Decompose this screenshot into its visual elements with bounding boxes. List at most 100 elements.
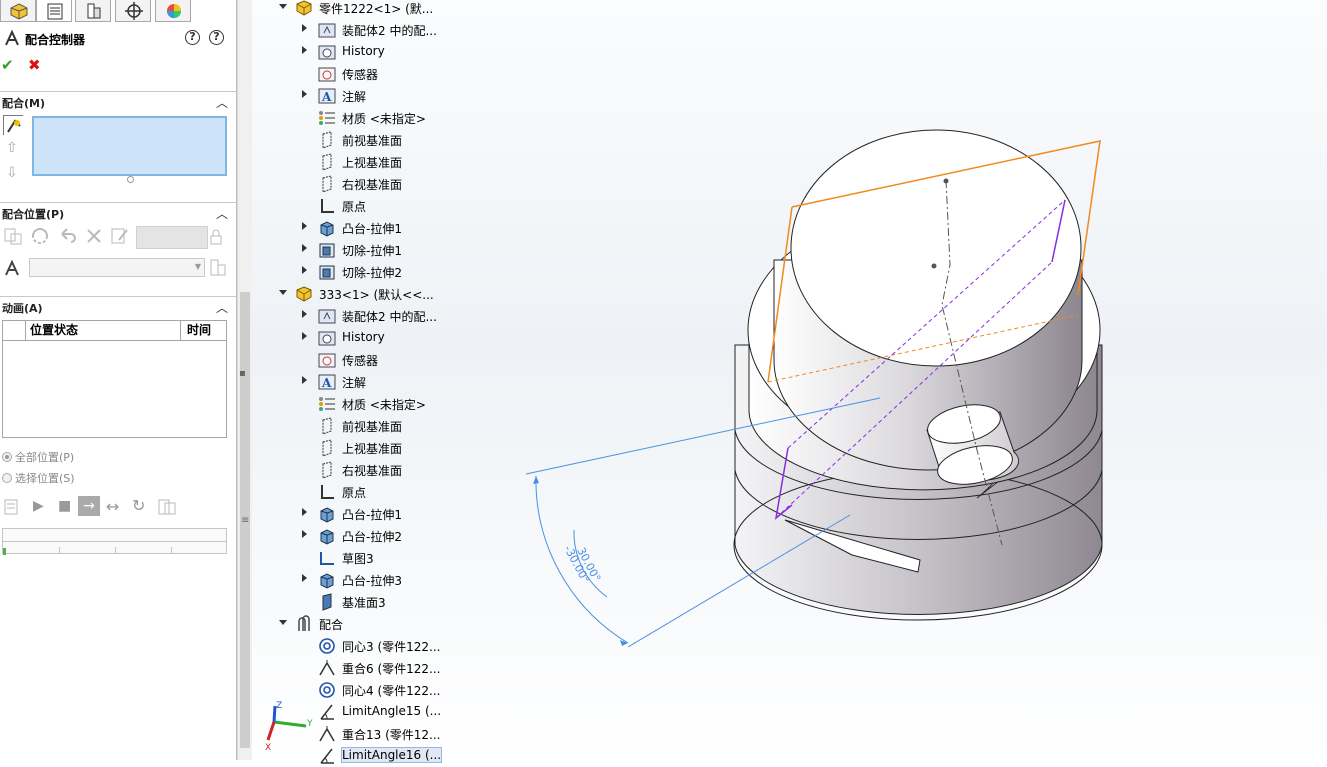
sensor-icon [318, 353, 336, 368]
loop-icon[interactable]: ↻ [132, 496, 145, 515]
move-down-icon[interactable]: ⇩ [6, 165, 18, 181]
reference-triad[interactable]: Z Y X [262, 700, 314, 758]
collapse-icon[interactable]: ︿ [216, 94, 228, 111]
tree-item-label: 重合13 (零件12... [342, 728, 441, 742]
position-add-icon[interactable] [3, 226, 23, 246]
animation-section-header[interactable]: 动画(A) ︿ [0, 296, 236, 315]
expand-icon[interactable] [302, 90, 307, 98]
mate-select-icon[interactable] [3, 115, 23, 135]
plane-blue-icon [322, 593, 332, 611]
dimxpert-tab[interactable] [115, 0, 151, 22]
extrude-icon [320, 529, 334, 545]
tree-item-label: 凸台-拉伸2 [342, 530, 402, 544]
mate-selection-box[interactable] [32, 116, 227, 176]
tree-item-label: 切除-拉伸2 [342, 266, 402, 280]
mate-positions-section-header[interactable]: 配合位置(P) ︿ [0, 202, 236, 221]
progress-marker[interactable] [3, 548, 6, 555]
export-icon[interactable] [157, 497, 177, 517]
tree-item-label: 原点 [342, 200, 367, 214]
expand-icon[interactable] [302, 266, 307, 274]
radio-select-positions[interactable]: 选择位置(S) [2, 470, 75, 486]
position-name-input[interactable] [136, 226, 208, 249]
animation-progress[interactable] [2, 528, 227, 555]
collapse-icon[interactable]: ︿ [216, 299, 228, 316]
extrude-icon [320, 221, 334, 237]
stop-icon[interactable]: ■ [58, 498, 71, 514]
reciprocate-icon[interactable]: ↔ [106, 497, 119, 516]
sensor-icon [318, 67, 336, 82]
radio-dot[interactable] [2, 473, 12, 483]
animation-table[interactable]: 位置状态 时间 [2, 320, 227, 438]
play-icon[interactable]: ▶ [33, 498, 44, 514]
feature-manager-tab[interactable] [0, 0, 36, 22]
collapse-icon[interactable]: ︿ [216, 205, 228, 222]
tree-item-label: History [342, 330, 385, 344]
property-manager-tab[interactable] [36, 0, 72, 22]
position-select[interactable]: ▼ [29, 258, 205, 277]
material-icon [319, 111, 335, 125]
mates-folder-icon [318, 23, 336, 38]
undo-icon[interactable] [57, 226, 77, 246]
tree-item-label: 零件1222<1> (默... [319, 2, 434, 16]
cancel-button[interactable]: ✖ [28, 56, 41, 74]
tree-item-label: 装配体2 中的配... [342, 310, 437, 324]
position-update-icon[interactable] [30, 226, 50, 246]
collapse-icon[interactable] [279, 290, 287, 295]
tree-item-label: 材质 <未指定> [342, 112, 426, 126]
part-1222[interactable] [747, 129, 1101, 491]
tree-item-label: 凸台-拉伸1 [342, 508, 402, 522]
calculate-icon[interactable] [3, 497, 23, 517]
display-manager-icon [167, 4, 181, 18]
plane-icon [322, 131, 332, 149]
expand-icon[interactable] [302, 574, 307, 582]
column-position-state[interactable]: 位置状态 [25, 321, 181, 340]
edit-icon[interactable] [110, 226, 130, 246]
pm-scrollbar[interactable] [237, 0, 252, 760]
expand-icon[interactable] [302, 332, 307, 340]
resize-grip[interactable] [127, 176, 134, 183]
display-manager-tab[interactable] [155, 0, 191, 22]
plane-icon [322, 153, 332, 171]
radio-all-positions[interactable]: 全部位置(P) [2, 449, 74, 465]
origin-icon [321, 199, 334, 213]
expand-icon[interactable] [302, 24, 307, 32]
radio-dot[interactable] [2, 452, 12, 462]
delete-icon[interactable] [84, 226, 104, 246]
mates-section-header[interactable]: 配合(M) ︿ [0, 91, 236, 110]
tree-item-label: 同心4 (零件122... [342, 684, 441, 698]
cut-icon [319, 265, 335, 280]
lock-icon[interactable] [208, 228, 228, 248]
normal-playback-icon[interactable]: → [78, 496, 100, 516]
mates-section-label: 配合(M) [2, 97, 46, 110]
configuration-manager-icon [87, 3, 101, 19]
expand-icon[interactable] [302, 222, 307, 230]
cut-icon [319, 243, 335, 258]
splitter-grip[interactable]: ▪ [239, 368, 246, 379]
history-icon [318, 331, 336, 346]
collapse-icon[interactable] [279, 620, 287, 625]
help-icon[interactable]: ? [209, 30, 224, 45]
expand-icon[interactable] [302, 46, 307, 54]
splitter-grip[interactable]: ≡ [241, 515, 249, 526]
config-icon[interactable] [208, 258, 228, 278]
expand-icon[interactable] [302, 310, 307, 318]
column-time[interactable]: 时间 [187, 321, 211, 340]
expand-icon[interactable] [302, 376, 307, 384]
configuration-manager-tab[interactable] [75, 0, 111, 22]
collapse-icon[interactable] [279, 4, 287, 9]
material-icon [319, 397, 335, 411]
expand-icon[interactable] [302, 244, 307, 252]
triad-y-label: Y [306, 719, 313, 729]
move-up-icon[interactable]: ⇧ [6, 140, 18, 156]
help-star-icon[interactable]: ? [185, 30, 200, 45]
dimxpert-icon [125, 2, 143, 20]
ok-button[interactable]: ✔ [1, 56, 14, 74]
annotation-icon: A [318, 374, 336, 390]
expand-icon[interactable] [302, 530, 307, 538]
tree-item-label: 同心3 (零件122... [342, 640, 441, 654]
extrude-icon [320, 573, 334, 589]
concentric-icon [319, 638, 335, 654]
tree-item-label: 草图3 [342, 552, 374, 566]
annotation-icon: A [318, 88, 336, 104]
expand-icon[interactable] [302, 508, 307, 516]
